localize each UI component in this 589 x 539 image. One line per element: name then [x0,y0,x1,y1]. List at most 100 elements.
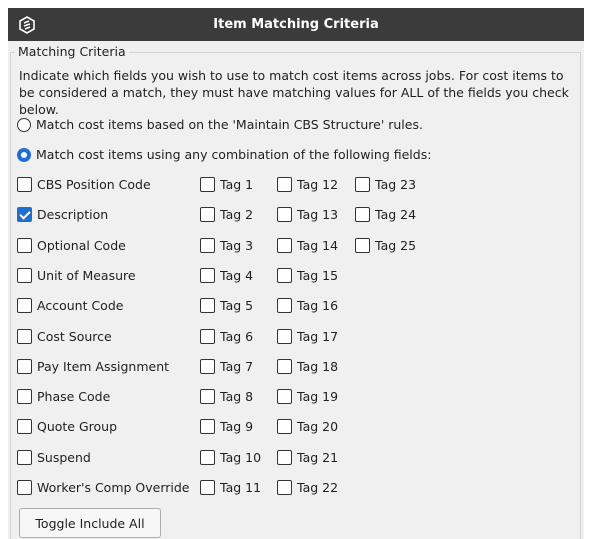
tag-checkbox-7[interactable]: Tag 7 [200,358,253,374]
tag-checkbox-14[interactable]: Tag 14 [277,237,338,253]
checkbox[interactable] [17,479,32,495]
tag-checkbox-22[interactable]: Tag 22 [277,479,338,495]
radio-maintain-cbs[interactable]: Match cost items based on the 'Maintain … [17,117,423,132]
checkbox[interactable] [200,328,215,344]
checkbox[interactable] [17,176,32,192]
radio-button[interactable] [17,147,31,162]
checkbox[interactable] [355,206,370,222]
tag-checkbox-8[interactable]: Tag 8 [200,388,253,404]
field-checkbox-6[interactable]: Cost Source [17,328,112,344]
checkbox[interactable] [17,328,32,344]
checkbox[interactable] [200,176,215,192]
checkbox[interactable] [200,479,215,495]
field-checkbox-5[interactable]: Account Code [17,297,123,313]
field-checkbox-10[interactable]: Suspend [17,449,91,465]
checkbox[interactable] [277,358,292,374]
checkbox[interactable] [17,297,32,313]
checkbox-label: Tag 17 [297,328,339,344]
tag-checkbox-17[interactable]: Tag 17 [277,328,338,344]
tag-checkbox-19[interactable]: Tag 19 [277,388,338,404]
field-checkbox-11[interactable]: Worker's Comp Override [17,479,190,495]
checkbox[interactable] [355,237,370,253]
checkbox[interactable] [277,479,292,495]
tag-checkbox-16[interactable]: Tag 16 [277,297,338,313]
checkbox[interactable] [277,328,292,344]
checkbox[interactable] [200,267,215,283]
checkbox[interactable] [277,237,292,253]
checkbox[interactable] [277,418,292,434]
checkbox-label: Account Code [37,297,124,313]
field-checkbox-1[interactable]: CBS Position Code [17,176,151,192]
checkbox[interactable] [200,388,215,404]
field-checkbox-4[interactable]: Unit of Measure [17,267,136,283]
checkbox-label: Tag 11 [220,479,262,495]
title-bar: Item Matching Criteria [8,8,584,41]
checkbox[interactable] [17,237,32,253]
tag-checkbox-20[interactable]: Tag 20 [277,418,338,434]
radio-combination-fields[interactable]: Match cost items using any combination o… [17,147,431,162]
tag-checkbox-21[interactable]: Tag 21 [277,449,338,465]
checkbox-label: Tag 7 [220,358,254,374]
tag-checkbox-4[interactable]: Tag 4 [200,267,253,283]
checkbox[interactable] [277,297,292,313]
checkbox[interactable] [17,449,32,465]
field-checkbox-2[interactable]: Description [17,206,108,222]
checkbox-label: Tag 3 [220,237,254,253]
checkbox[interactable] [277,388,292,404]
tag-checkbox-5[interactable]: Tag 5 [200,297,253,313]
checkbox[interactable] [200,358,215,374]
tag-checkbox-11[interactable]: Tag 11 [200,479,261,495]
tag-checkbox-9[interactable]: Tag 9 [200,418,253,434]
checkbox[interactable] [277,267,292,283]
checkbox-label: Tag 18 [297,358,339,374]
tag-checkbox-12[interactable]: Tag 12 [277,176,338,192]
checkbox-label: Tag 20 [297,418,339,434]
checkbox[interactable] [200,206,215,222]
checkbox[interactable] [277,449,292,465]
checkbox-label: Optional Code [37,237,126,253]
field-checkbox-3[interactable]: Optional Code [17,237,126,253]
tag-checkbox-1[interactable]: Tag 1 [200,176,253,192]
checkbox[interactable] [17,418,32,434]
tag-checkbox-24[interactable]: Tag 24 [355,206,416,222]
checkbox-label: Tag 14 [297,237,339,253]
field-checkbox-8[interactable]: Phase Code [17,388,110,404]
checkbox-label: Tag 24 [375,206,417,222]
checkbox-label: Tag 5 [220,297,254,313]
checkbox[interactable] [200,418,215,434]
checkbox-label: Tag 19 [297,388,339,404]
checkbox-checked[interactable] [17,206,32,222]
checkbox-label: Suspend [37,449,91,465]
checkbox-label: Tag 9 [220,418,254,434]
checkbox[interactable] [200,297,215,313]
checkbox[interactable] [17,388,32,404]
tag-checkbox-3[interactable]: Tag 3 [200,237,253,253]
tag-checkbox-23[interactable]: Tag 23 [355,176,416,192]
tag-checkbox-18[interactable]: Tag 18 [277,358,338,374]
checkbox-label: Tag 23 [375,176,417,192]
checkbox[interactable] [277,206,292,222]
tag-checkbox-13[interactable]: Tag 13 [277,206,338,222]
checkbox-label: Unit of Measure [37,267,136,283]
tag-checkbox-6[interactable]: Tag 6 [200,328,253,344]
tag-checkbox-25[interactable]: Tag 25 [355,237,416,253]
checkbox-label: Quote Group [37,418,118,434]
toggle-include-all-button[interactable]: Toggle Include All [19,508,161,538]
radio-button[interactable] [17,117,31,132]
checkbox-label: Tag 8 [220,388,254,404]
checkbox[interactable] [277,176,292,192]
checkbox[interactable] [200,237,215,253]
field-checkbox-9[interactable]: Quote Group [17,418,117,434]
field-checkbox-7[interactable]: Pay Item Assignment [17,358,169,374]
dialog-title: Item Matching Criteria [213,17,379,32]
checkbox-label: Tag 1 [220,176,254,192]
checkbox[interactable] [200,449,215,465]
group-label: Matching Criteria [15,44,129,59]
checkbox-label: Tag 4 [220,267,254,283]
tag-checkbox-2[interactable]: Tag 2 [200,206,253,222]
checkbox[interactable] [17,267,32,283]
tag-checkbox-15[interactable]: Tag 15 [277,267,338,283]
tag-checkbox-10[interactable]: Tag 10 [200,449,261,465]
checkbox[interactable] [17,358,32,374]
checkbox[interactable] [355,176,370,192]
